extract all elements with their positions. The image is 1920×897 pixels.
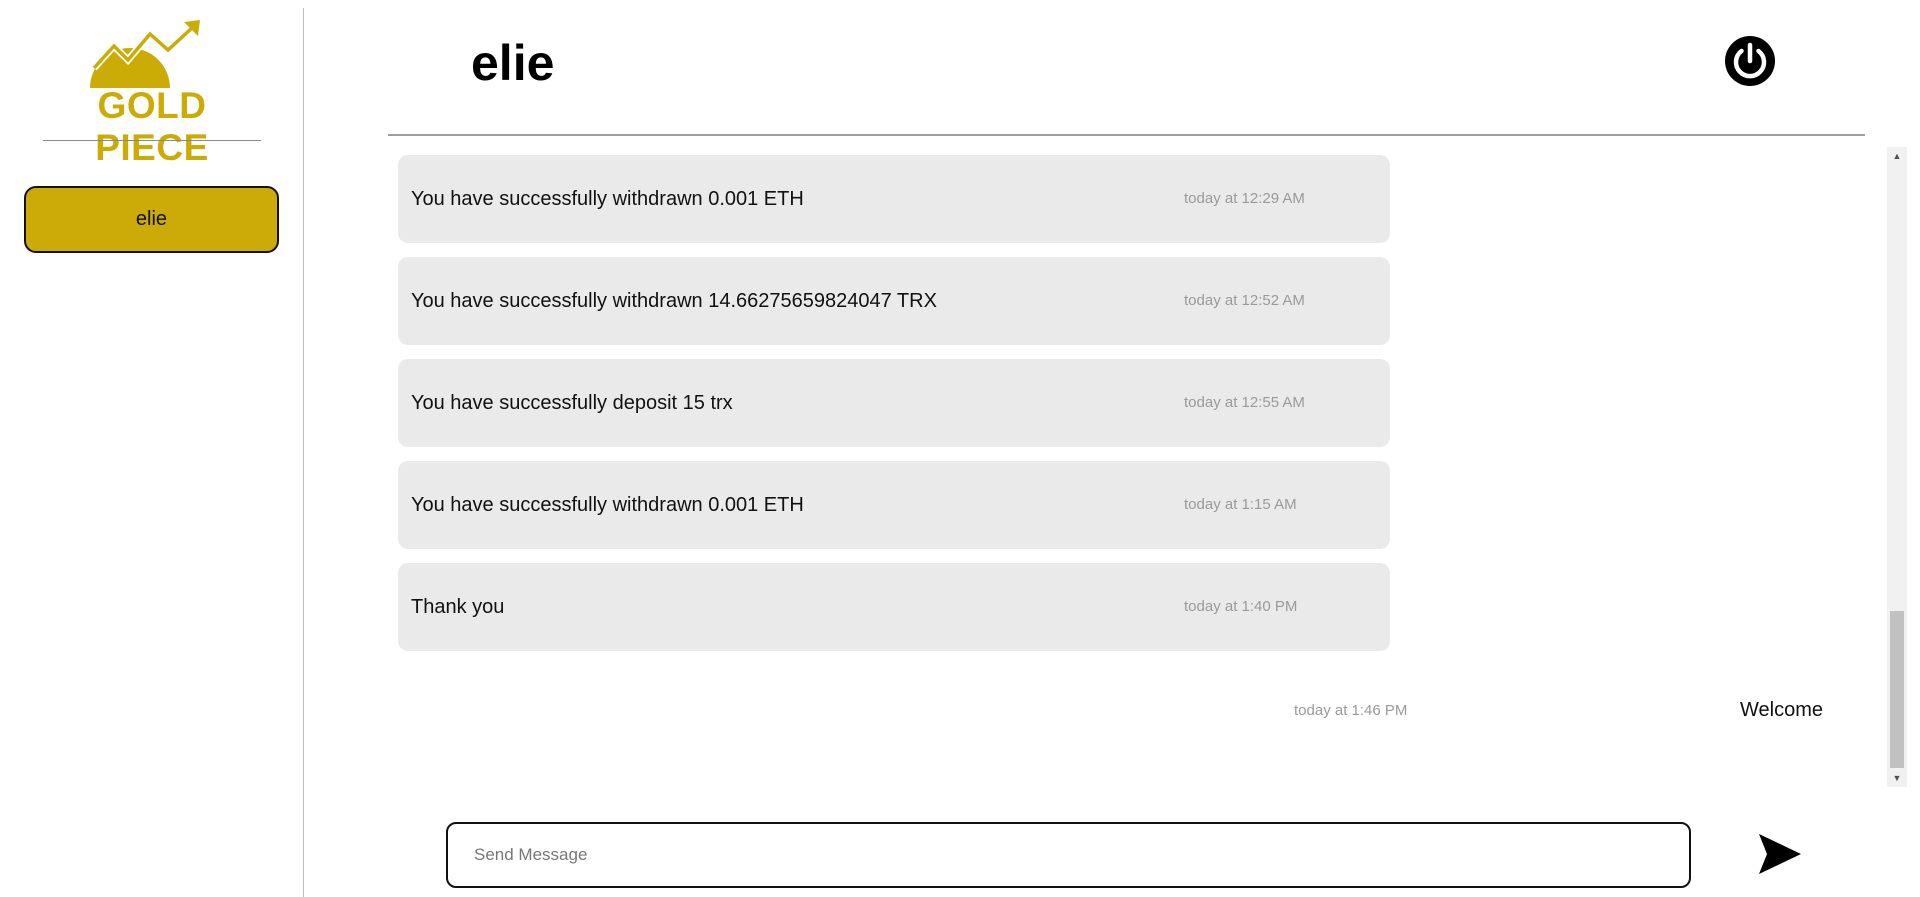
gold-coin-chart-icon <box>90 20 200 88</box>
chat-title: elie <box>471 35 555 91</box>
message-text: You have successfully withdrawn 0.001 ET… <box>411 494 804 516</box>
scrollbar-thumb[interactable] <box>1890 611 1904 768</box>
message-card: You have successfully deposit 15 trx tod… <box>398 359 1390 447</box>
send-button[interactable] <box>1757 832 1803 876</box>
scroll-down-arrow-icon[interactable]: ▼ <box>1887 769 1907 787</box>
message-card: You have successfully withdrawn 0.001 ET… <box>398 461 1390 549</box>
message-text: You have successfully withdrawn 0.001 ET… <box>411 188 804 210</box>
message-timestamp: today at 12:52 AM <box>1184 292 1305 309</box>
message-card: You have successfully withdrawn 14.66275… <box>398 257 1390 345</box>
brand-name: GOLD PIECE <box>95 85 209 168</box>
message-timestamp: today at 1:40 PM <box>1184 598 1298 615</box>
message-text: You have successfully deposit 15 trx <box>411 392 733 414</box>
message-text: Thank you <box>411 596 505 618</box>
sidebar-divider <box>43 140 261 141</box>
power-icon <box>1725 36 1775 86</box>
outgoing-message-text: Welcome <box>1740 699 1823 721</box>
send-icon <box>1759 834 1801 874</box>
scroll-up-arrow-icon[interactable]: ▲ <box>1887 147 1907 165</box>
brand-logo: GOLD PIECE <box>44 20 260 168</box>
message-timestamp: today at 12:55 AM <box>1184 394 1305 411</box>
sidebar-user-elie[interactable]: elie <box>24 186 279 253</box>
message-input[interactable] <box>446 822 1691 888</box>
message-timestamp: today at 12:29 AM <box>1184 190 1305 207</box>
sidebar-border <box>303 8 304 897</box>
message-scrollbar[interactable]: ▲ ▼ <box>1887 147 1907 787</box>
outgoing-message-timestamp: today at 1:46 PM <box>1294 702 1408 719</box>
sidebar: GOLD PIECE elie <box>0 0 304 897</box>
message-text: You have successfully withdrawn 14.66275… <box>411 290 937 312</box>
message-timestamp: today at 1:15 AM <box>1184 496 1297 513</box>
message-list: You have successfully withdrawn 0.001 ET… <box>388 145 1888 785</box>
logout-button[interactable] <box>1722 33 1778 89</box>
header-divider <box>388 134 1865 136</box>
message-card: Thank you today at 1:40 PM <box>398 563 1390 651</box>
message-card: You have successfully withdrawn 0.001 ET… <box>398 155 1390 243</box>
